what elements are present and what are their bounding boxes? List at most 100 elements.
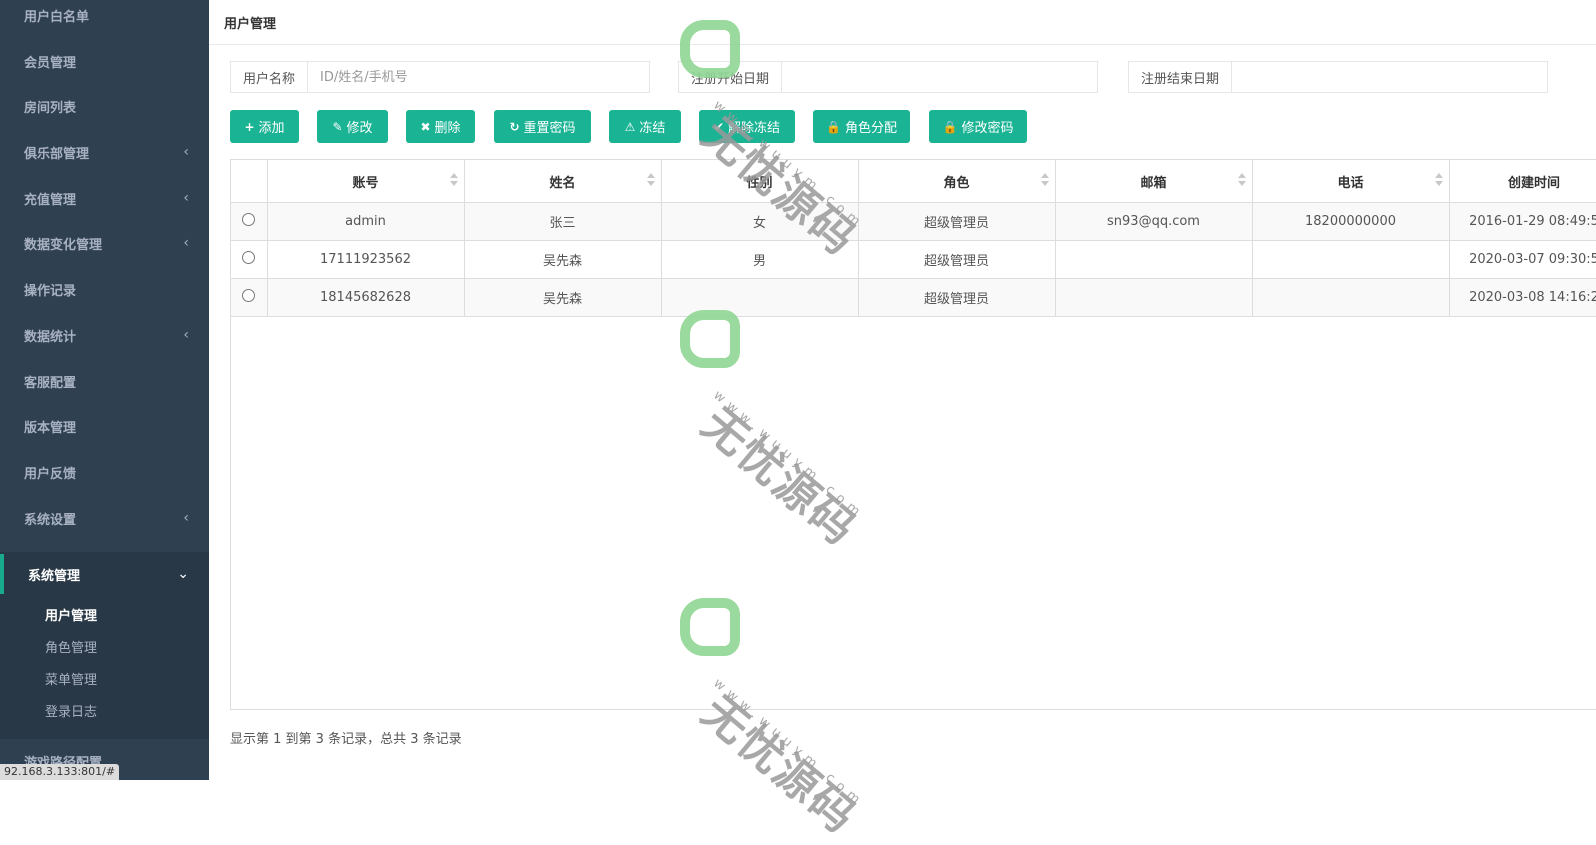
nav-item-room-list[interactable]: 房间列表 [0,86,209,126]
nav-item-member-management[interactable]: 会员管理 [0,41,209,81]
nav-label: 数据变化管理 [24,237,103,253]
cell-phone: 18200000000 [1252,202,1450,241]
nav-label: 系统设置 [24,512,77,528]
sub-item-role-management[interactable]: 角色管理 [45,632,97,660]
filter-end-date-label: 注册结束日期 [1129,62,1233,92]
edit-button-label: 修改 [346,121,373,136]
row-radio[interactable] [242,251,256,264]
column-header-name[interactable]: 姓名 [464,160,662,203]
cell-phone [1252,278,1450,317]
row-radio[interactable] [242,289,256,302]
nav-group-system-management: 系统管理 ⌄ 用户管理 角色管理 菜单管理 登录日志 [0,552,209,739]
filter-start-date: 注册开始日期 [678,61,1098,93]
unfreeze-button[interactable]: ✔ 解除冻结 [699,110,795,143]
cell-email [1055,240,1253,279]
page-title: 用户管理 [209,0,1596,45]
nav-item-operation-log[interactable]: 操作记录 [0,269,209,309]
username-input[interactable] [308,62,649,92]
cell-name: 张三 [464,202,662,241]
nav-item-system-settings[interactable]: 系统设置 ‹ [0,498,209,538]
nav-label: 系统管理 [28,568,81,584]
table-row[interactable]: 17111923562 吴先森 男 超级管理员 2020-03-07 09:30… [231,240,1596,279]
nav-label: 会员管理 [24,55,77,71]
table-row[interactable]: 18145682628 吴先森 超级管理员 2020-03-08 14:16:2 [231,278,1596,317]
end-date-input[interactable] [1232,62,1547,92]
column-header-account[interactable]: 账号 [267,160,465,203]
cell-gender: 男 [661,240,859,279]
chevron-left-icon: ‹ [183,144,189,160]
user-table: 账号 姓名 性别 角色 邮箱 电话 创建时间 admin 张三 女 超级管理员 … [230,159,1596,710]
add-button[interactable]: + 添加 [230,110,299,143]
sub-item-user-management[interactable]: 用户管理 [45,600,97,628]
sort-icon [1040,173,1049,187]
nav-label: 充值管理 [24,192,77,208]
cell-name: 吴先森 [464,278,662,317]
nav-item-system-management[interactable]: 系统管理 ⌄ [0,554,209,594]
sidebar: 用户白名单 会员管理 房间列表 俱乐部管理 ‹ 充值管理 ‹ 数据变化管理 ‹ 操作记… [0,0,209,780]
filter-username-label: 用户名称 [231,62,309,92]
freeze-button-label: 冻结 [639,121,666,136]
freeze-button[interactable]: ⚠ 冻结 [609,110,681,143]
column-header-phone[interactable]: 电话 [1252,160,1450,203]
add-button-label: 添加 [258,121,285,136]
nav-item-user-whitelist[interactable]: 用户白名单 [0,0,209,35]
column-header-role[interactable]: 角色 [858,160,1056,203]
chevron-down-icon: ⌄ [177,566,189,582]
filter-start-date-label: 注册开始日期 [679,62,783,92]
sub-item-menu-management[interactable]: 菜单管理 [45,664,97,692]
sub-item-login-log[interactable]: 登录日志 [45,696,97,724]
nav-item-data-statistics[interactable]: 数据统计 ‹ [0,315,209,355]
reset-password-button[interactable]: ↻ 重置密码 [494,110,591,143]
cell-email: sn93@qq.com [1055,202,1253,241]
column-header-created-time: 创建时间 [1449,160,1596,203]
nav-item-service-config[interactable]: 客服配置 [0,361,209,401]
cell-created-time: 2016-01-29 08:49:5 [1449,202,1596,241]
cell-created-time: 2020-03-07 09:30:5 [1449,240,1596,279]
cell-role: 超级管理员 [858,240,1056,279]
change-password-button[interactable]: 🔒 修改密码 [929,110,1027,143]
nav-item-recharge-management[interactable]: 充值管理 ‹ [0,178,209,218]
chevron-left-icon: ‹ [183,510,189,526]
delete-button[interactable]: ✖ 删除 [406,110,475,143]
cell-name: 吴先森 [464,240,662,279]
assign-role-button[interactable]: 🔒 角色分配 [813,110,910,143]
chevron-left-icon: ‹ [183,190,189,206]
warning-icon: ⚠ [624,119,636,134]
row-radio[interactable] [242,213,256,226]
nav-label: 俱乐部管理 [24,146,90,162]
nav-item-version-management[interactable]: 版本管理 [0,406,209,446]
nav-item-user-feedback[interactable]: 用户反馈 [0,452,209,492]
sort-icon [449,173,458,187]
plus-icon: + [244,119,255,134]
nav-label: 用户白名单 [24,9,90,25]
sort-icon [1434,173,1443,187]
delete-button-label: 删除 [434,121,461,136]
start-date-input[interactable] [782,62,1097,92]
filter-username: 用户名称 [230,61,650,93]
sort-icon [1237,173,1246,187]
main-content: 用户管理 用户名称 注册开始日期 注册结束日期 +添加 ✎修改 ✖删除 ↻重置密… [209,0,1596,780]
column-header-label: 创建时间 [1507,175,1560,191]
edit-icon: ✎ [332,119,343,134]
table-row[interactable]: admin 张三 女 超级管理员 sn93@qq.com 18200000000… [231,202,1596,241]
nav-item-data-change[interactable]: 数据变化管理 ‹ [0,223,209,263]
change-password-button-label: 修改密码 [961,121,1014,136]
cell-phone [1252,240,1450,279]
nav-item-club-management[interactable]: 俱乐部管理 ‹ [0,132,209,172]
cell-email [1055,278,1253,317]
row-select-cell [231,202,268,241]
row-select-cell [231,278,268,317]
cell-gender [661,278,859,317]
refresh-icon: ↻ [509,119,520,134]
select-column-header [231,160,268,203]
column-header-label: 邮箱 [1140,175,1167,191]
edit-button[interactable]: ✎ 修改 [317,110,388,143]
sort-icon [646,173,655,187]
column-header-email[interactable]: 邮箱 [1055,160,1253,203]
nav-label: 房间列表 [24,100,77,116]
table-header-row: 账号 姓名 性别 角色 邮箱 电话 创建时间 [231,160,1596,203]
cell-account: 18145682628 [267,278,465,317]
filter-end-date: 注册结束日期 [1128,61,1548,93]
lock-icon: 🔒 [942,119,958,134]
nav-label: 操作记录 [24,283,77,299]
